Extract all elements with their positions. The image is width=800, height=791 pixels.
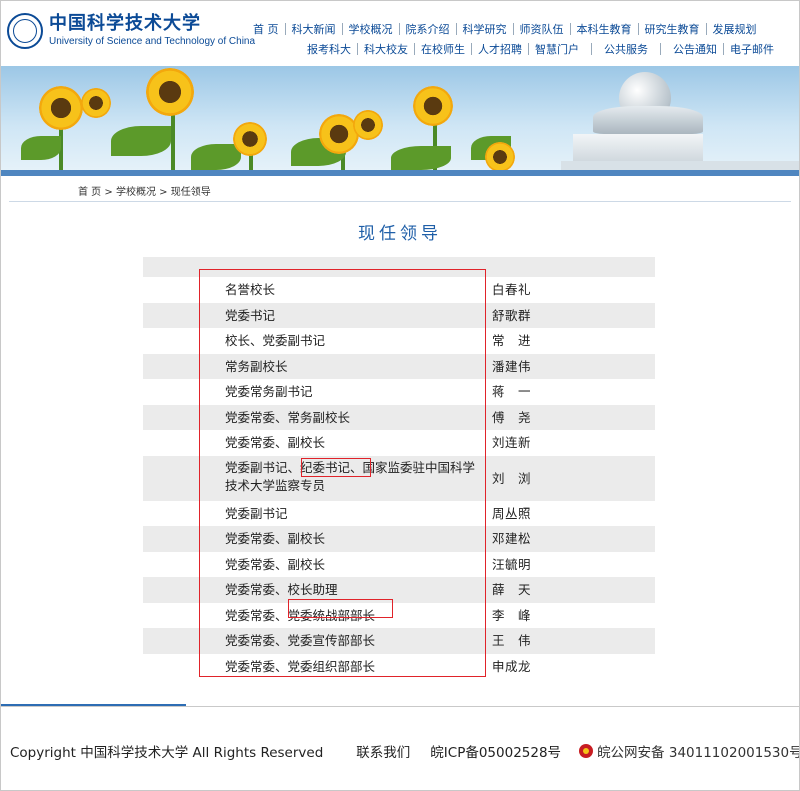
name-cell: 潘建伟 — [492, 358, 532, 374]
nav-alumni[interactable]: 科大校友 — [364, 41, 408, 57]
nav-notices[interactable]: 公告通知 — [673, 41, 717, 57]
nav-departments[interactable]: 院系介绍 — [406, 21, 450, 37]
nav-email[interactable]: 电子邮件 — [730, 41, 774, 57]
name-cell: 蒋 一 — [492, 384, 532, 399]
highlight-mark — [288, 599, 393, 618]
nav-students[interactable]: 在校师生 — [421, 41, 465, 57]
nav-jobs[interactable]: 人才招聘 — [478, 41, 522, 57]
nav-research[interactable]: 科学研究 — [463, 21, 507, 37]
nav-planning[interactable]: 发展规划 — [713, 21, 757, 37]
name-cell: 申成龙 — [492, 658, 532, 674]
site-header: 中国科学技术大学 University of Science and Techn… — [1, 1, 799, 66]
nav-home[interactable]: 首 页 — [253, 21, 279, 37]
name-cell: 邓建松 — [492, 531, 532, 546]
nav-row-2: 报考科大 科大校友 在校师生 人才招聘 智慧门户 公共服务 公告通知 电子邮件 — [307, 39, 799, 59]
nav-news[interactable]: 科大新闻 — [292, 21, 336, 37]
breadcrumb-separator: > — [159, 187, 168, 198]
university-seal-icon — [7, 13, 43, 49]
name-cell: 刘连新 — [492, 435, 532, 450]
nav-public-service[interactable]: 公共服务 — [604, 41, 648, 57]
top-nav: 首 页 科大新闻 学校概况 院系介绍 科学研究 师资队伍 本科生教育 研究生教育… — [253, 19, 799, 59]
breadcrumb-section[interactable]: 学校概况 — [116, 187, 156, 198]
logo-english-name: University of Science and Technology of … — [49, 36, 256, 47]
nav-portal[interactable]: 智慧门户 — [535, 41, 579, 57]
university-logo[interactable]: 中国科学技术大学 University of Science and Techn… — [7, 13, 255, 49]
breadcrumb-home[interactable]: 首 页 — [78, 187, 101, 198]
nav-undergraduate[interactable]: 本科生教育 — [577, 21, 632, 37]
nav-overview[interactable]: 学校概况 — [349, 21, 393, 37]
nav-row-1: 首 页 科大新闻 学校概况 院系介绍 科学研究 师资队伍 本科生教育 研究生教育… — [253, 19, 799, 39]
page-title: 现任领导 — [358, 224, 442, 244]
name-cell: 周丛照 — [492, 505, 532, 521]
name-cell: 薛 天 — [492, 582, 532, 597]
page-frame: 中国科学技术大学 University of Science and Techn… — [0, 0, 800, 791]
police-record-text: 皖公网安备 34011102001530号 — [597, 745, 800, 761]
copyright-text: Copyright 中国科学技术大学 All Rights Reserved — [10, 745, 324, 761]
footer-divider — [1, 706, 799, 707]
nav-faculty[interactable]: 师资队伍 — [520, 21, 564, 37]
name-cell: 常 进 — [492, 333, 532, 348]
police-record[interactable]: 皖公网安备 34011102001530号 — [579, 741, 800, 761]
nav-graduate[interactable]: 研究生教育 — [645, 21, 700, 37]
site-footer: Copyright 中国科学技术大学 All Rights Reserved 联… — [10, 741, 800, 761]
divider — [9, 201, 791, 202]
name-cell: 白春礼 — [492, 282, 532, 297]
highlight-mark — [301, 458, 371, 477]
name-cell: 李 峰 — [492, 607, 532, 623]
name-cell: 汪毓明 — [492, 556, 532, 572]
icp-link[interactable]: 皖ICP备05002528号 — [430, 741, 561, 761]
contact-link[interactable]: 联系我们 — [356, 741, 410, 761]
logo-chinese-name: 中国科学技术大学 — [49, 13, 201, 34]
banner-image — [1, 66, 799, 176]
police-badge-icon — [579, 744, 594, 758]
name-cell: 王 伟 — [492, 633, 532, 648]
breadcrumb: 首 页 > 学校概况 > 现任领导 — [78, 183, 211, 198]
name-cell: 舒歌群 — [492, 307, 532, 323]
nav-admission[interactable]: 报考科大 — [307, 41, 351, 57]
breadcrumb-current: 现任领导 — [170, 187, 211, 198]
name-cell: 刘 浏 — [492, 470, 532, 486]
breadcrumb-separator: > — [104, 187, 113, 198]
name-cell: 傅 尧 — [492, 409, 532, 425]
